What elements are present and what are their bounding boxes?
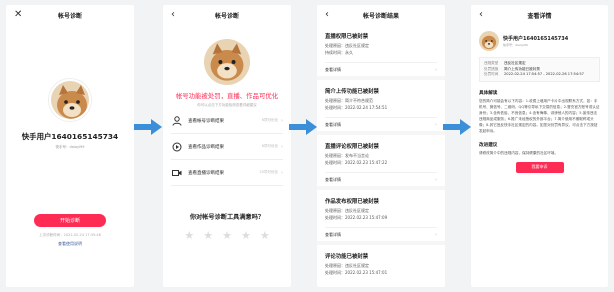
camera-icon <box>171 167 183 179</box>
result-time: 处理时间：2022.02.23 15:47:09 <box>325 215 388 220</box>
back-icon[interactable]: ‹ <box>171 8 175 22</box>
works-result-item[interactable]: 查看作品诊断结果 6项可优化 › <box>171 134 283 160</box>
page-title: 帐号诊断 <box>57 12 82 20</box>
close-icon[interactable]: ✕ <box>14 8 22 22</box>
result-reason: 处理原因：简介不符合规范 <box>325 98 373 103</box>
chevron-right-icon: › <box>281 169 283 176</box>
section-heading: 改进建议 <box>479 142 498 148</box>
star-icon[interactable]: ★ <box>241 230 251 242</box>
row-key: 处罚时间 <box>484 72 499 76</box>
last-diagnosis-time: 上次诊断时间：2022-02-24 17:35:48 <box>39 233 101 237</box>
person-icon <box>171 115 183 127</box>
result-section: 直播评论权限已被封禁 处理原因：发布不当言论 处理时间：2022.02.23 1… <box>325 135 437 186</box>
item-label: 查看帐号诊断结果 <box>188 118 224 124</box>
nav-bar: ✕ 帐号诊断 <box>6 5 134 25</box>
star-rating[interactable]: ★ ★ ★ ★ ★ <box>163 230 291 242</box>
page-title: 帐号诊断结果 <box>362 12 399 20</box>
avatar <box>479 31 499 51</box>
view-details-label: 查看详情 <box>325 66 341 72</box>
start-diagnosis-button[interactable]: 开始诊断 <box>34 214 106 227</box>
item-label: 查看直播诊断结果 <box>188 170 224 176</box>
nav-bar: ‹ 查看详情 <box>471 5 608 25</box>
screen-diagnosis-overview: ‹ 帐号诊断 帐号功能被处罚，直播、作品可优化 你可以点击下方功能检测查看详细建… <box>163 5 291 287</box>
section-heading: 具体解读 <box>479 90 498 96</box>
result-reason: 处理原因：违反社区规定 <box>325 43 369 48</box>
item-count: 25项可优化 <box>259 170 278 174</box>
view-details-row[interactable]: 查看详情 › <box>325 172 437 186</box>
star-icon[interactable]: ★ <box>260 230 270 242</box>
view-details-label: 查看详情 <box>325 176 341 182</box>
screen-diagnosis-results: ‹ 帐号诊断结果 直播权限已被封禁 处理原因：违反社区规定 持续时间：永久 查看… <box>317 5 445 287</box>
penalty-info-table: 违规类型 违反社区规定 处罚措施 简介上传功能已被封禁 处罚时间 2022-02… <box>479 57 600 82</box>
chevron-right-icon: › <box>435 176 437 183</box>
view-details-label: 查看详情 <box>325 121 341 127</box>
dog-avatar-icon <box>479 31 499 51</box>
chevron-right-icon: › <box>281 143 283 150</box>
star-icon[interactable]: ★ <box>203 230 213 242</box>
result-section: 评论功能已被封禁 处理原因：违反社区规定 处理时间：2022.02.23 15:… <box>325 245 437 276</box>
view-details-row[interactable]: 查看详情 › <box>325 227 437 241</box>
back-icon[interactable]: ‹ <box>479 8 483 22</box>
usage-instructions-link[interactable]: 查看使用说明 <box>6 241 134 247</box>
result-time: 处理时间：2022.02.24 17:54:51 <box>325 105 388 110</box>
page-title: 帐号诊断 <box>214 12 239 20</box>
result-title: 作品发布权限已被封禁 <box>325 199 379 205</box>
result-title: 评论功能已被封禁 <box>325 254 369 260</box>
table-row: 处罚时间 2022-02-24 17:54:57 - 2022-02-26 17… <box>484 72 595 78</box>
user-id: 快手号：daioyl99 <box>55 145 85 149</box>
user-id: 快手号：daioyl99 <box>503 43 528 47</box>
chevron-right-icon: › <box>435 121 437 128</box>
result-section: 直播权限已被封禁 处理原因：违反社区规定 持续时间：永久 查看详情 › <box>325 25 437 76</box>
screen-account-diagnosis: ✕ 帐号诊断 快手用户1640165145734 快手号：daioyl99 开始… <box>6 5 134 287</box>
result-reason: 处理原因：违反社区规定 <box>325 208 369 213</box>
flow-arrow-icon <box>134 119 162 135</box>
view-details-label: 查看详情 <box>325 231 341 237</box>
nav-bar: ‹ 帐号诊断结果 <box>317 5 445 25</box>
avatar <box>49 79 91 121</box>
result-reason: 处理原因：违反社区规定 <box>325 263 369 268</box>
result-section: 简介上传功能已被封禁 处理原因：简介不符合规范 处理时间：2022.02.24 … <box>325 80 437 131</box>
chevron-right-icon: › <box>281 117 283 124</box>
result-duration: 持续时间：永久 <box>325 50 353 55</box>
appeal-button[interactable]: 我要申诉 <box>515 161 564 173</box>
chevron-right-icon: › <box>435 66 437 73</box>
result-title: 简介上传功能已被封禁 <box>325 89 379 95</box>
live-result-item[interactable]: 查看直播诊断结果 25项可优化 › <box>171 160 283 186</box>
diagnosis-headline: 帐号功能被处罚，直播、作品可优化 <box>175 92 279 100</box>
avatar <box>204 39 250 85</box>
chevron-right-icon: › <box>435 231 437 238</box>
satisfaction-question: 你对帐号诊断工具满意吗？ <box>189 214 265 221</box>
flow-arrow-icon <box>289 119 317 135</box>
item-label: 查看作品诊断结果 <box>188 144 224 150</box>
view-details-row[interactable]: 查看详情 › <box>325 117 437 131</box>
star-icon[interactable]: ★ <box>222 230 232 242</box>
results-list: 直播权限已被封禁 处理原因：违反社区规定 持续时间：永久 查看详情 › 简介上传… <box>317 25 445 276</box>
row-value: 2022-02-24 17:54:57 - 2022-02-26 17:54:5… <box>504 72 584 76</box>
screen-penalty-details: ‹ 查看详情 快手用户1640165145734 快手号：daioyl99 违规… <box>471 5 608 287</box>
item-count: 6项可优化 <box>261 144 278 148</box>
star-icon[interactable]: ★ <box>184 230 194 242</box>
result-title: 直播评论权限已被封禁 <box>325 144 379 150</box>
view-details-row[interactable]: 查看详情 › <box>325 62 437 76</box>
result-title: 直播权限已被封禁 <box>325 34 369 40</box>
flow-arrow-icon <box>443 119 471 135</box>
user-name: 快手用户1640165145734 <box>21 132 119 141</box>
back-icon[interactable]: ‹ <box>325 8 329 22</box>
result-time: 处理时间：2022.02.23 15:47:22 <box>325 160 388 165</box>
dog-avatar-icon <box>51 81 89 119</box>
result-reason: 处理原因：发布不当言论 <box>325 153 369 158</box>
advice-text: 请修改简介中的违规内容，保持健康的社区环境。 <box>479 150 559 155</box>
dog-avatar-icon <box>204 39 250 85</box>
page-title: 查看详情 <box>527 12 552 20</box>
result-section: 作品发布权限已被封禁 处理原因：违反社区规定 处理时间：2022.02.23 1… <box>325 190 437 241</box>
interpretation-text: 您的简介可能会有以下内容：1.收费上墙用户卡片中出现联系方式，如：手机号、微信号… <box>479 98 600 133</box>
item-count: 6项可优化 <box>261 118 278 122</box>
user-header: 快手用户1640165145734 快手号：daioyl99 <box>471 25 608 51</box>
nav-bar: ‹ 帐号诊断 <box>163 5 291 25</box>
account-result-item[interactable]: 查看帐号诊断结果 6项可优化 › <box>171 108 283 134</box>
user-name: 快手用户1640165145734 <box>503 36 569 42</box>
result-time: 处理时间：2022.02.23 15:47:01 <box>325 270 388 275</box>
video-icon <box>171 141 183 153</box>
